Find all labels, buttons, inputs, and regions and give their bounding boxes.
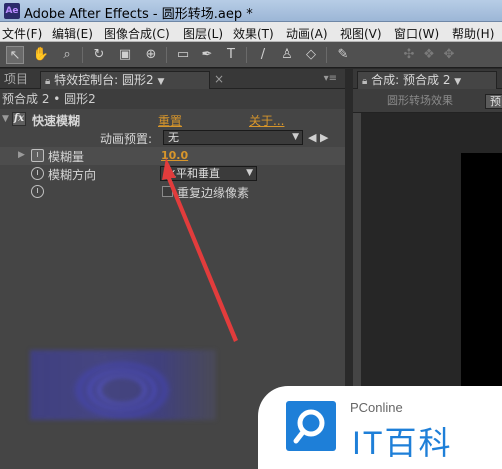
- watermark-brand-big: IT百科: [352, 425, 453, 461]
- annotation-arrow-shape: [162, 158, 238, 342]
- watermark-brand-small: PConline: [350, 400, 403, 415]
- pconline-watermark: PConline IT百科: [258, 386, 502, 469]
- magnifier-icon: [293, 409, 325, 444]
- search-logo-icon: [286, 401, 336, 451]
